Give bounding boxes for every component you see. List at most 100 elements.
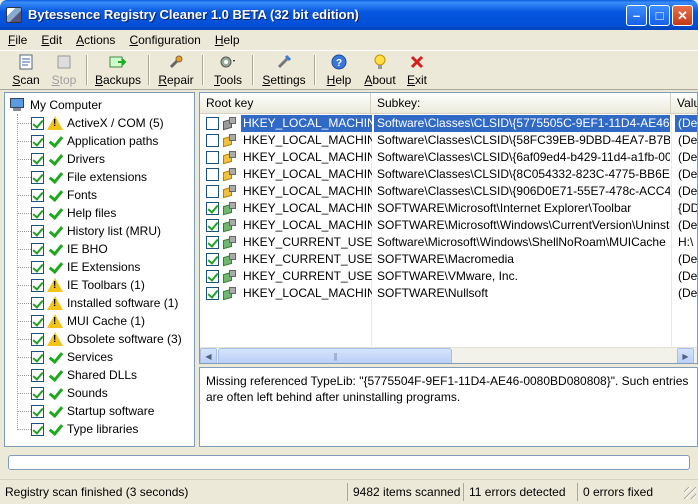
tree-item[interactable]: Drivers — [17, 150, 105, 168]
repair-button[interactable]: Repair — [156, 51, 196, 89]
tree-item-checkbox[interactable] — [31, 152, 44, 166]
tree-item[interactable]: Help files — [17, 204, 116, 222]
row-checkbox[interactable] — [206, 185, 219, 198]
tree-root[interactable]: My Computer — [9, 96, 102, 114]
row-checkbox[interactable] — [206, 202, 219, 215]
help-button[interactable]: ? Help — [322, 51, 356, 89]
row-checkbox[interactable] — [206, 168, 219, 181]
tree-item[interactable]: Fonts — [17, 186, 97, 204]
row-checkbox[interactable] — [206, 270, 219, 283]
window-title: Bytessence Registry Cleaner 1.0 BETA (32… — [28, 7, 359, 22]
table-row[interactable]: HKEY_LOCAL_MACHINE SOFTWARE\Microsoft\Int… — [200, 200, 697, 217]
row-checkbox[interactable] — [206, 219, 219, 232]
settings-button[interactable]: Settings — [260, 51, 308, 89]
row-checkbox[interactable] — [206, 134, 219, 147]
column-root-key[interactable]: Root key — [200, 93, 371, 114]
value-cell: (De — [678, 252, 698, 266]
tree-item-checkbox[interactable] — [31, 224, 44, 238]
tree-item-checkbox[interactable] — [31, 188, 44, 202]
about-button[interactable]: About — [360, 51, 400, 89]
exit-button[interactable]: Exit — [402, 51, 432, 89]
settings-icon — [275, 54, 293, 70]
value-cell: (De — [675, 115, 697, 132]
tree-item[interactable]: Type libraries — [17, 420, 138, 438]
results-grid[interactable]: Root key Subkey: Valu HKEY_LOCAL_MACHINE… — [199, 92, 698, 364]
tree-item-checkbox[interactable] — [31, 404, 44, 418]
tree-item-checkbox[interactable] — [31, 206, 44, 220]
minimize-button[interactable]: – — [626, 5, 647, 26]
row-checkbox[interactable] — [206, 117, 219, 130]
tree-item[interactable]: File extensions — [17, 168, 147, 186]
table-row[interactable]: HKEY_LOCAL_MACHINE SOFTWARE\Nullsoft (De — [200, 285, 697, 302]
column-subkey[interactable]: Subkey: — [371, 93, 671, 114]
wrench-icon — [167, 54, 185, 70]
maximize-button[interactable]: □ — [649, 5, 670, 26]
row-checkbox[interactable] — [206, 253, 219, 266]
tree-item-label: Drivers — [67, 152, 105, 166]
menu-help[interactable]: Help — [205, 33, 244, 47]
tree-item[interactable]: Services — [17, 348, 113, 366]
table-row[interactable]: HKEY_LOCAL_MACHINE Software\Classes\CLSID… — [200, 166, 697, 183]
tree-item-checkbox[interactable] — [31, 386, 44, 400]
close-button[interactable]: ✕ — [672, 5, 693, 26]
horizontal-scrollbar[interactable]: ◀ ||| ▶ — [200, 347, 697, 363]
registry-key-icon — [222, 218, 238, 233]
tree-item[interactable]: IE Extensions — [17, 258, 140, 276]
table-row[interactable]: HKEY_CURRENT_USER Software\Microsoft\Wind… — [200, 234, 697, 251]
menu-edit[interactable]: Edit — [31, 33, 66, 47]
row-checkbox[interactable] — [206, 236, 219, 249]
tree-item-checkbox[interactable] — [31, 314, 44, 328]
resize-grip[interactable] — [684, 487, 696, 499]
tree-item-checkbox[interactable] — [31, 296, 44, 310]
table-row[interactable]: HKEY_LOCAL_MACHINE Software\Classes\CLSID… — [200, 132, 697, 149]
table-row[interactable]: HKEY_LOCAL_MACHINE SOFTWARE\Microsoft\Win… — [200, 217, 697, 234]
tree-item[interactable]: History list (MRU) — [17, 222, 161, 240]
scan-button[interactable]: Scan — [4, 51, 48, 89]
tree-item[interactable]: IE BHO — [17, 240, 108, 258]
table-row[interactable]: HKEY_LOCAL_MACHINE Software\Classes\CLSID… — [200, 149, 697, 166]
scroll-right-button[interactable]: ▶ — [677, 348, 694, 363]
description-panel: Missing referenced TypeLib: "{5775504F-9… — [199, 367, 698, 447]
tree-item-checkbox[interactable] — [31, 350, 44, 364]
tree-item[interactable]: Startup software — [17, 402, 154, 420]
menu-configuration[interactable]: Configuration — [119, 33, 204, 47]
registry-key-icon — [222, 167, 238, 182]
menu-actions[interactable]: Actions — [66, 33, 119, 47]
category-tree[interactable]: My Computer ActiveX / COM (5) Application… — [4, 92, 195, 447]
toolbar-separator — [314, 55, 316, 85]
row-checkbox[interactable] — [206, 287, 219, 300]
backups-button[interactable]: Backups — [94, 51, 142, 89]
tree-item-checkbox[interactable] — [31, 170, 44, 184]
tree-item-checkbox[interactable] — [31, 278, 44, 292]
tools-button[interactable]: Tools — [210, 51, 246, 89]
column-value[interactable]: Valu — [671, 93, 697, 114]
tree-item-checkbox[interactable] — [31, 242, 44, 256]
toolbar-separator — [202, 55, 204, 85]
table-row[interactable]: HKEY_LOCAL_MACHINE Software\Classes\CLSID… — [200, 115, 697, 132]
table-row[interactable]: HKEY_LOCAL_MACHINE Software\Classes\CLSID… — [200, 183, 697, 200]
stop-button[interactable]: Stop — [48, 51, 80, 89]
menu-file[interactable]: File — [0, 33, 31, 47]
app-icon[interactable] — [6, 7, 22, 23]
scroll-thumb[interactable]: ||| — [218, 348, 452, 363]
status-items-scanned: 9482 items scanned — [347, 483, 461, 501]
tree-item-checkbox[interactable] — [31, 332, 44, 346]
tree-item[interactable]: IE Toolbars (1) — [17, 276, 145, 294]
table-row[interactable]: HKEY_CURRENT_USER SOFTWARE\Macromedia (De — [200, 251, 698, 268]
row-checkbox[interactable] — [206, 151, 219, 164]
tree-item[interactable]: Shared DLLs — [17, 366, 137, 384]
tree-item-checkbox[interactable] — [31, 134, 44, 148]
tree-item-checkbox[interactable] — [31, 422, 44, 436]
tree-item-checkbox[interactable] — [31, 368, 44, 382]
tree-item[interactable]: Obsolete software (3) — [17, 330, 182, 348]
tree-item[interactable]: Sounds — [17, 384, 108, 402]
tree-item[interactable]: ActiveX / COM (5) — [17, 114, 164, 132]
tree-item[interactable]: Installed software (1) — [17, 294, 178, 312]
tree-item[interactable]: MUI Cache (1) — [17, 312, 145, 330]
scroll-left-button[interactable]: ◀ — [200, 348, 217, 363]
tree-item[interactable]: Application paths — [17, 132, 158, 150]
tree-item-checkbox[interactable] — [31, 116, 44, 130]
tree-item-label: Help files — [67, 206, 117, 220]
table-row[interactable]: HKEY_CURRENT_USER SOFTWARE\VMware, Inc. (D… — [200, 268, 697, 285]
tree-item-checkbox[interactable] — [31, 260, 44, 274]
